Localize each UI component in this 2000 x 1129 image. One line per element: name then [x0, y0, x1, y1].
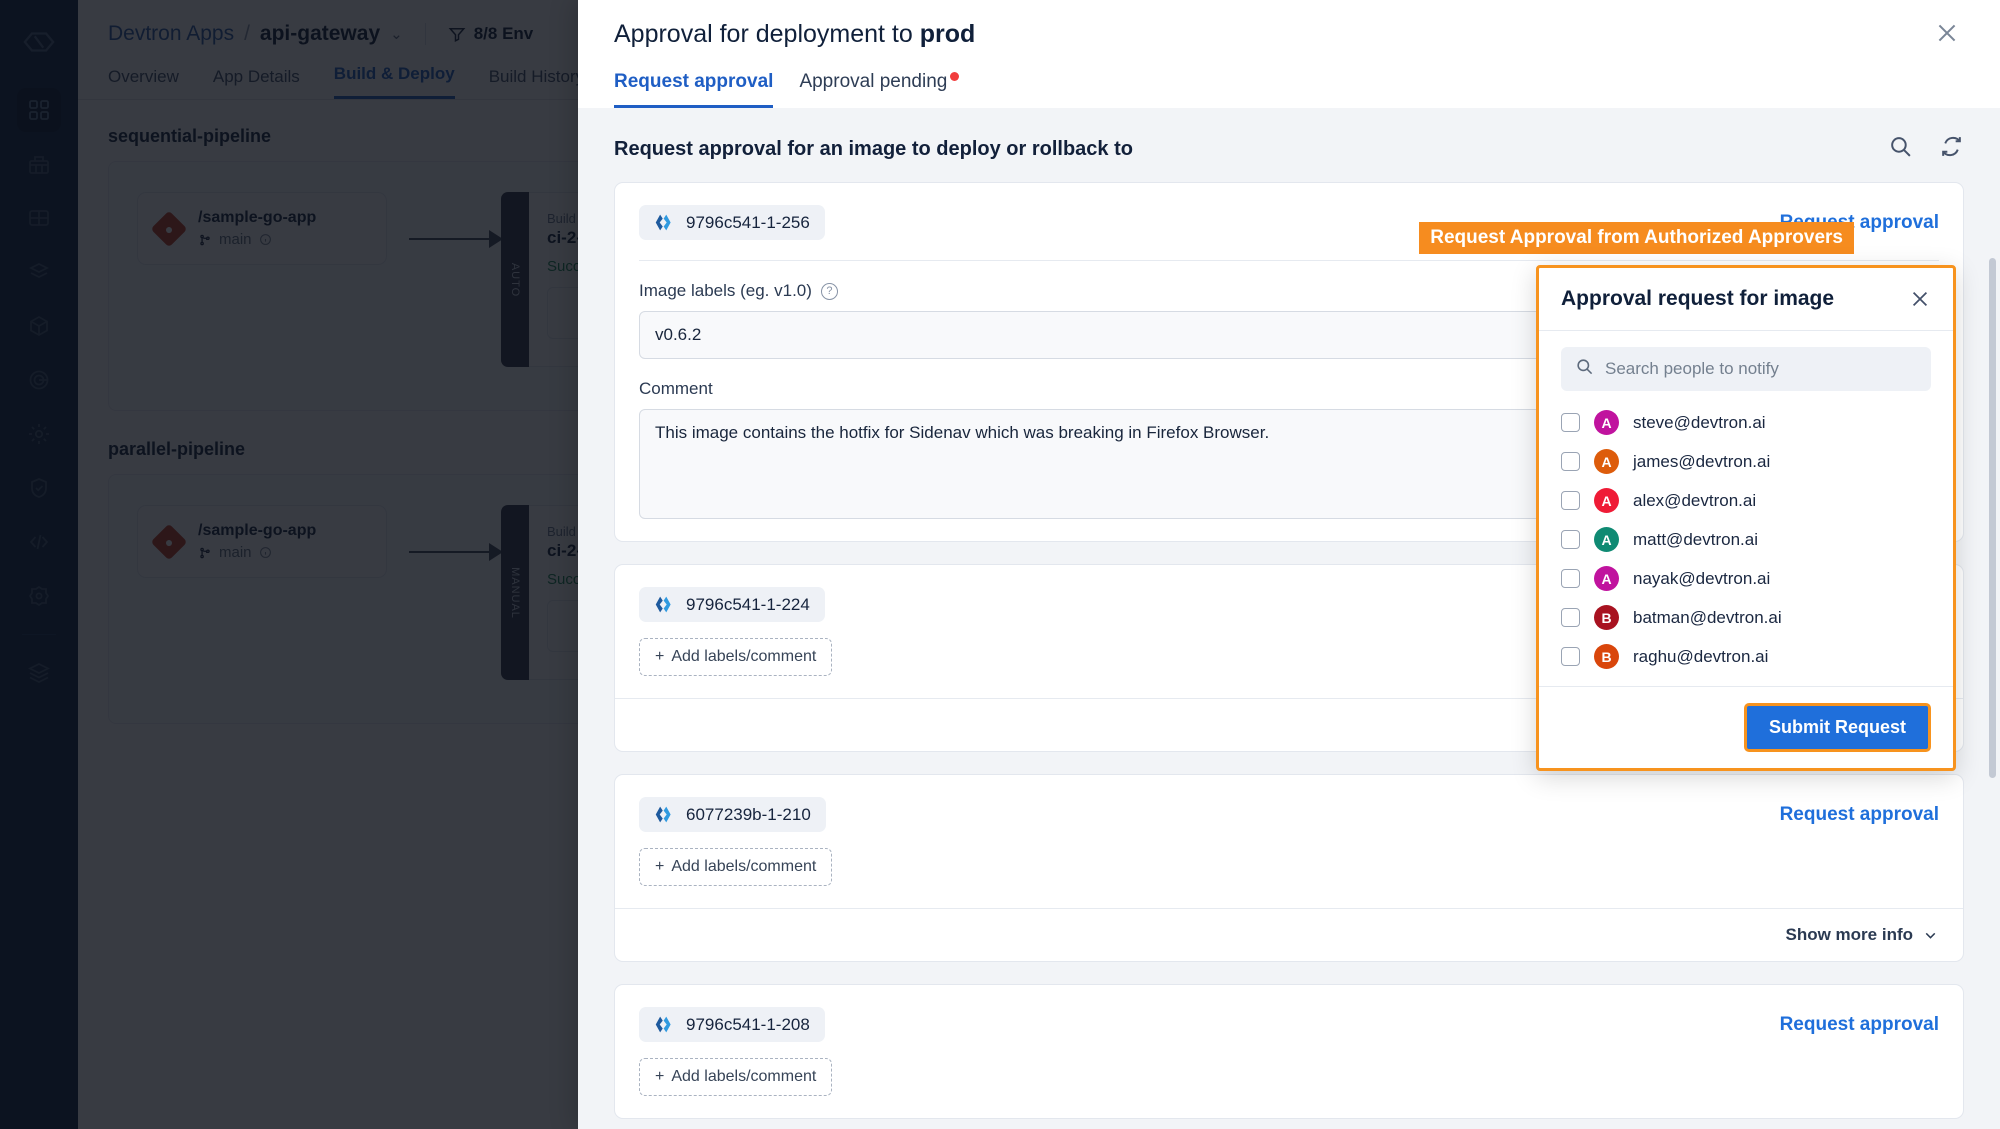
search-input[interactable] [1605, 359, 1917, 379]
approval-request-popup: Approval request for image A steve@devtr… [1536, 265, 1956, 771]
help-circle-icon[interactable]: ? [820, 282, 838, 300]
search-icon [1575, 357, 1594, 381]
body-header-actions [1888, 134, 1964, 164]
avatar: A [1594, 488, 1619, 513]
show-more-info-label: Show more info [1785, 925, 1914, 944]
chevron-down-icon [1925, 932, 1936, 939]
page-title: Approval for deployment to prod [614, 20, 1964, 49]
person-email: steve@devtron.ai [1633, 412, 1766, 432]
image-tag[interactable]: 9796c541-1-224 [639, 587, 825, 622]
modal-title-prefix: Approval for deployment to [614, 20, 920, 48]
avatar: A [1594, 449, 1619, 474]
image-name: 9796c541-1-208 [686, 1014, 810, 1034]
add-labels-comment-label: Add labels/comment [671, 648, 817, 665]
devtron-image-icon [655, 1016, 671, 1033]
image-tag[interactable]: 9796c541-1-208 [639, 1007, 825, 1042]
body-heading: Request approval for an image to deploy … [614, 137, 1133, 160]
request-approval-link[interactable]: Request approval [1780, 804, 1939, 826]
request-approval-link[interactable]: Request approval [1780, 1014, 1939, 1036]
image-card: 9796c541-1-208 Request approval + Add la… [614, 984, 1964, 1119]
list-item[interactable]: B raghu@devtron.ai [1561, 637, 1931, 676]
list-item[interactable]: A steve@devtron.ai [1561, 403, 1931, 442]
add-labels-comment-button[interactable]: + Add labels/comment [639, 848, 833, 886]
screen: Devtron Apps / api-gateway ⌄ 8/8 Env Ove… [0, 0, 2000, 1129]
pending-badge-dot [950, 72, 960, 81]
refresh-icon[interactable] [1939, 134, 1964, 164]
tab-approval-pending[interactable]: Approval pending [799, 71, 960, 108]
image-card-footer: Show more info [615, 908, 1963, 961]
avatar: B [1594, 644, 1619, 669]
avatar: B [1594, 605, 1619, 630]
plus-icon: + [655, 648, 665, 665]
image-card-header: 9796c541-1-208 Request approval [639, 1007, 1939, 1042]
person-checkbox[interactable] [1561, 452, 1580, 471]
popup-title: Approval request for image [1561, 287, 1835, 310]
devtron-image-icon [655, 214, 671, 231]
person-checkbox[interactable] [1561, 413, 1580, 432]
devtron-image-icon [655, 596, 671, 613]
popup-search-wrap [1539, 331, 1953, 397]
person-email: alex@devtron.ai [1633, 490, 1757, 510]
tab-request-approval[interactable]: Request approval [614, 71, 774, 108]
modal-title-env: prod [919, 20, 976, 48]
add-labels-comment-label: Add labels/comment [671, 858, 817, 875]
submit-request-button[interactable]: Submit Request [1743, 703, 1931, 752]
modal-scrollbar[interactable] [1989, 258, 1996, 778]
close-icon[interactable] [1930, 16, 1964, 50]
list-item[interactable]: A james@devtron.ai [1561, 442, 1931, 481]
list-item[interactable]: A matt@devtron.ai [1561, 520, 1931, 559]
person-checkbox[interactable] [1561, 608, 1580, 627]
request-approval-tooltip: Request Approval from Authorized Approve… [1419, 222, 1854, 254]
plus-icon: + [655, 858, 665, 875]
image-tag[interactable]: 6077239b-1-210 [639, 797, 826, 832]
list-item[interactable]: A alex@devtron.ai [1561, 481, 1931, 520]
devtron-image-icon [655, 806, 671, 823]
add-labels-comment-button[interactable]: + Add labels/comment [639, 638, 833, 676]
image-card: 6077239b-1-210 Request approval + Add la… [614, 774, 1964, 962]
show-more-info-toggle[interactable]: Show more info [1786, 925, 1940, 945]
avatar: A [1594, 566, 1619, 591]
search-people-field[interactable] [1561, 347, 1931, 391]
search-icon[interactable] [1888, 134, 1913, 164]
modal-backdrop[interactable] [0, 0, 578, 1129]
modal-header: Approval for deployment to prod Request … [578, 0, 2000, 108]
add-labels-comment-label: Add labels/comment [671, 1068, 817, 1085]
person-checkbox[interactable] [1561, 647, 1580, 666]
body-header: Request approval for an image to deploy … [614, 108, 1964, 182]
list-item[interactable]: B batman@devtron.ai [1561, 598, 1931, 637]
image-card-body: 9796c541-1-208 Request approval + Add la… [615, 985, 1963, 1118]
person-checkbox[interactable] [1561, 569, 1580, 588]
plus-icon: + [655, 1068, 665, 1085]
tab-approval-pending-label: Approval pending [799, 71, 948, 92]
add-labels-comment-button[interactable]: + Add labels/comment [639, 1058, 833, 1096]
image-labels-label-text: Image labels (eg. v1.0) [639, 281, 812, 300]
person-email: batman@devtron.ai [1633, 607, 1782, 627]
person-email: raghu@devtron.ai [1633, 646, 1769, 666]
list-item[interactable]: A nayak@devtron.ai [1561, 559, 1931, 598]
people-list: A steve@devtron.ai A james@devtron.ai A … [1539, 397, 1953, 686]
modal-tabs: Request approval Approval pending [614, 71, 1964, 108]
popup-header: Approval request for image [1539, 268, 1953, 331]
image-name: 9796c541-1-224 [686, 594, 810, 614]
divider [639, 260, 1939, 261]
image-card-header: 6077239b-1-210 Request approval [639, 797, 1939, 832]
popup-footer: Submit Request [1539, 686, 1953, 768]
avatar: A [1594, 527, 1619, 552]
person-email: james@devtron.ai [1633, 451, 1771, 471]
person-checkbox[interactable] [1561, 530, 1580, 549]
image-name: 9796c541-1-256 [686, 212, 810, 232]
person-email: matt@devtron.ai [1633, 529, 1758, 549]
image-name: 6077239b-1-210 [686, 804, 811, 824]
close-icon[interactable] [1909, 288, 1931, 310]
avatar: A [1594, 410, 1619, 435]
image-tag[interactable]: 9796c541-1-256 [639, 205, 825, 240]
person-checkbox[interactable] [1561, 491, 1580, 510]
image-card-body: 6077239b-1-210 Request approval + Add la… [615, 775, 1963, 908]
person-email: nayak@devtron.ai [1633, 568, 1771, 588]
